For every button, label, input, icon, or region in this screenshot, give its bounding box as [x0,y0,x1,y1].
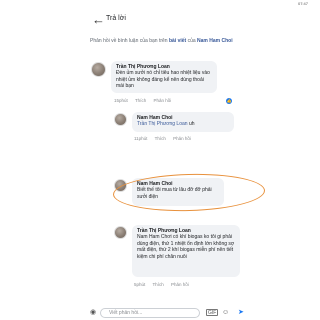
reply-context-prefix: Phản hồi về bình luận của bạn trên [90,38,168,44]
back-arrow-icon[interactable]: ← [92,12,105,28]
reply-link[interactable]: Phản hồi [171,282,189,287]
comment-meta: 15phút Thích Phản hồi [114,98,177,103]
reply-link[interactable]: Phản hồi [173,136,191,141]
post-link[interactable]: bài viết [169,38,186,44]
avatar[interactable] [114,113,127,126]
like-link[interactable]: Thích [135,98,146,103]
page-title: Trả lời [106,15,126,22]
send-icon[interactable]: ➤ [238,308,244,318]
comment-text: Nam Ham Chơi có khí biogas ko tôi gi phả… [137,234,235,260]
avatar[interactable] [91,62,106,77]
comment-bubble: Nam Ham Choi Trần Thị Phương Loan uh [132,112,234,132]
comment-time: 11phút [134,136,148,141]
reply-link[interactable]: Phản hồi [153,98,171,103]
comment-meta: 5phút Thích Phản hồi [134,282,195,287]
status-bar: 07:47 [0,0,320,8]
comment-time: 15phút [114,98,128,103]
reply-context: Phản hồi về bình luận của bạn trên bài v… [90,38,260,45]
gif-icon[interactable]: GIF [206,309,219,316]
reply-input[interactable]: Viết phản hồi... [100,308,200,318]
status-time: 07:47 [297,1,308,6]
camera-icon[interactable]: ◉ [90,308,96,318]
comment-bubble: Trần Thị Phương Loan Nam Ham Chơi có khí… [132,225,240,277]
reply-composer: ◉ Viết phản hồi... GIF ☺ ➤ [82,308,258,320]
comment-text: uh [188,121,195,128]
like-link[interactable]: Thích [155,136,166,141]
reply-context-middle: của [187,38,196,44]
emoji-icon[interactable]: ☺ [222,308,229,318]
mention-link[interactable]: Trần Thị Phương Loan [137,121,188,127]
comment-time: 5phút [134,282,146,287]
comment-meta: 11phút Thích Phản hồi [134,136,197,141]
comment-bubble: Trần Thị Phương Loan Đèn ủm sưởi nó chỉ … [111,61,217,93]
author-link[interactable]: Nam Ham Choi [197,38,233,44]
comment-text: Đèn ủm sưởi nó chỉ tiêu hao nhiệt liệu v… [116,70,210,90]
avatar[interactable] [114,226,127,239]
like-reaction-icon: 👍 [226,98,232,104]
like-link[interactable]: Thích [152,282,163,287]
header: ← Trả lời [0,10,320,32]
